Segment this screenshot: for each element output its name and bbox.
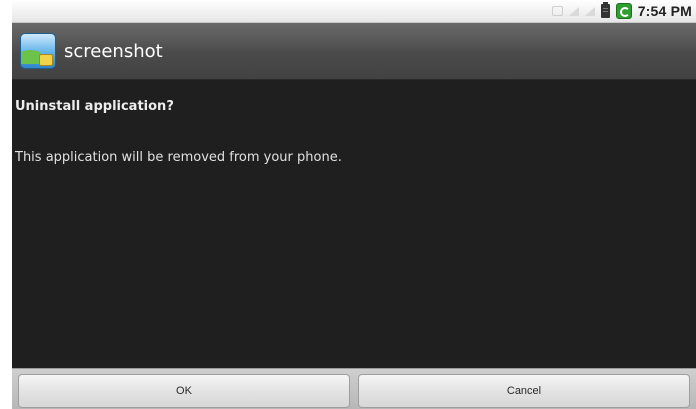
status-icons: 7:54 PM <box>551 0 696 22</box>
dialog-title: Uninstall application? <box>15 99 174 114</box>
dialog-message: This application will be removed from yo… <box>15 150 342 165</box>
button-bar: OK Cancel <box>12 368 696 409</box>
ok-button[interactable]: OK <box>18 374 350 408</box>
signal-icon <box>568 6 579 16</box>
clock: 7:54 PM <box>637 3 692 19</box>
sync-icon <box>615 3 632 19</box>
cancel-button-label: Cancel <box>506 385 542 397</box>
app-title: screenshot <box>64 40 163 62</box>
status-bar: 7:54 PM <box>12 0 696 23</box>
cancel-button[interactable]: Cancel <box>358 374 690 408</box>
usb-icon <box>551 6 563 16</box>
signal-icon <box>584 6 595 16</box>
battery-icon <box>600 2 610 18</box>
gallery-app-icon <box>20 33 56 69</box>
screen: 7:54 PM screenshot Uninstall application… <box>12 0 696 409</box>
title-bar: screenshot <box>12 23 696 80</box>
ok-button-label: OK <box>176 385 192 397</box>
